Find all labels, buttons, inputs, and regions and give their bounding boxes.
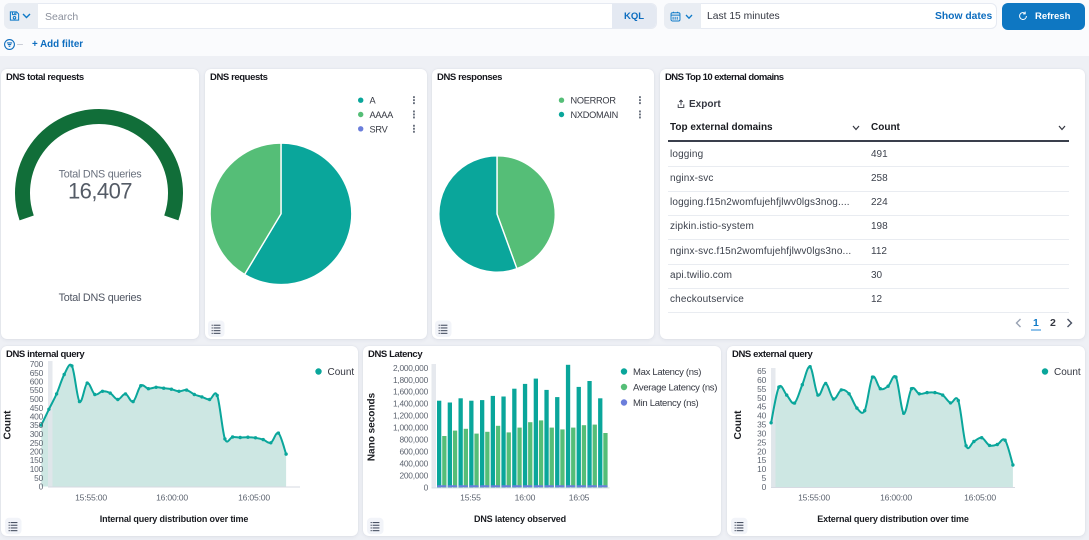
svg-text:800,000: 800,000	[399, 435, 428, 445]
svg-text:45: 45	[757, 402, 766, 412]
svg-text:Average Latency (ns): Average Latency (ns)	[633, 383, 717, 394]
svg-text:16:05: 16:05	[569, 493, 590, 503]
svg-text:650: 650	[30, 368, 44, 378]
svg-text:15:55:00: 15:55:00	[75, 493, 107, 503]
svg-text:200,000: 200,000	[399, 470, 428, 480]
svg-text:550: 550	[30, 385, 44, 395]
svg-text:NXDOMAIN: NXDOMAIN	[571, 110, 619, 120]
svg-text:100: 100	[30, 464, 44, 474]
svg-text:16:00:00: 16:00:00	[156, 493, 188, 503]
svg-text:10: 10	[757, 464, 766, 474]
svg-text:1,600,000: 1,600,000	[393, 387, 429, 397]
svg-text:20: 20	[757, 446, 766, 456]
svg-text:15:55: 15:55	[460, 493, 481, 503]
svg-text:25: 25	[757, 437, 766, 447]
svg-text:Min Latency (ns): Min Latency (ns)	[633, 398, 699, 409]
svg-text:250: 250	[30, 438, 44, 448]
svg-text:30: 30	[757, 429, 766, 439]
svg-text:15: 15	[757, 455, 766, 465]
svg-text:300: 300	[30, 429, 44, 439]
svg-text:Count: Count	[3, 410, 14, 440]
svg-text:35: 35	[757, 420, 766, 430]
svg-text:External query distribution ov: External query distribution over time	[817, 514, 969, 524]
svg-text:0: 0	[762, 482, 767, 492]
svg-text:Max Latency (ns): Max Latency (ns)	[633, 367, 701, 378]
svg-text:50: 50	[34, 473, 43, 483]
svg-text:15:55:00: 15:55:00	[798, 493, 830, 503]
svg-text:400: 400	[30, 412, 44, 422]
svg-text:16:05:00: 16:05:00	[964, 493, 996, 503]
svg-text:Total DNS queries: Total DNS queries	[59, 292, 143, 304]
svg-text:SRV: SRV	[370, 124, 389, 134]
svg-text:Nano seconds: Nano seconds	[367, 392, 378, 461]
svg-text:55: 55	[757, 384, 766, 394]
svg-text:600,000: 600,000	[399, 447, 428, 457]
svg-text:1,000,000: 1,000,000	[393, 423, 429, 433]
svg-text:600: 600	[30, 377, 44, 387]
svg-text:1,800,000: 1,800,000	[393, 375, 429, 385]
svg-text:Count: Count	[1054, 367, 1081, 378]
svg-text:5: 5	[762, 473, 767, 483]
svg-text:40: 40	[757, 411, 766, 421]
svg-text:DNS latency observed: DNS latency observed	[474, 514, 566, 524]
svg-text:350: 350	[30, 420, 44, 430]
svg-text:AAAA: AAAA	[370, 110, 395, 120]
svg-text:1,400,000: 1,400,000	[393, 399, 429, 409]
svg-text:700: 700	[30, 359, 44, 369]
svg-text:Count: Count	[733, 410, 744, 440]
svg-text:A: A	[370, 96, 377, 106]
svg-text:50: 50	[757, 393, 766, 403]
svg-text:200: 200	[30, 447, 44, 457]
svg-text:Internal query distribution ov: Internal query distribution over time	[100, 514, 249, 524]
svg-text:60: 60	[757, 375, 766, 385]
svg-text:0: 0	[424, 482, 429, 492]
svg-text:16:00: 16:00	[515, 493, 536, 503]
svg-text:NOERROR: NOERROR	[571, 96, 617, 106]
svg-text:1,200,000: 1,200,000	[393, 411, 429, 421]
svg-text:16:00:00: 16:00:00	[880, 493, 912, 503]
svg-text:400,000: 400,000	[399, 459, 428, 469]
svg-text:150: 150	[30, 455, 44, 465]
svg-text:16,407: 16,407	[68, 179, 132, 204]
svg-text:0: 0	[39, 482, 44, 492]
svg-text:65: 65	[757, 366, 766, 376]
svg-text:500: 500	[30, 394, 44, 404]
svg-text:2,000,000: 2,000,000	[393, 363, 429, 373]
svg-text:Count: Count	[328, 367, 355, 378]
svg-text:16:05:00: 16:05:00	[238, 493, 270, 503]
svg-text:450: 450	[30, 403, 44, 413]
